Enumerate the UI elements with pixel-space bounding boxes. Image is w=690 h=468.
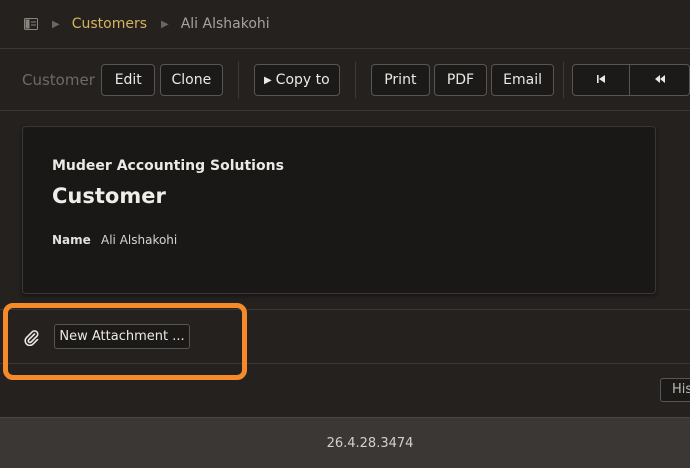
breadcrumb-separator-icon: ▶ — [52, 18, 60, 30]
history-button[interactable]: History — [660, 378, 690, 402]
breadcrumb-link-customers[interactable]: Customers — [72, 16, 147, 32]
previous-record-button[interactable] — [630, 64, 690, 96]
document-title: Customer — [52, 184, 166, 208]
name-value: Ali Alshakohi — [101, 233, 178, 247]
footer: 26.4.28.3474 — [0, 417, 690, 468]
toolbar-divider — [355, 62, 357, 98]
breadcrumb: ▶ Customers ▶ Ali Alshakohi — [0, 0, 690, 49]
rewind-icon — [654, 72, 666, 88]
first-record-button[interactable] — [571, 64, 631, 96]
toolbar-divider — [237, 62, 239, 98]
skip-to-first-icon — [596, 72, 606, 88]
toolbar-title: Customer — [22, 71, 95, 89]
sidebar-toggle-icon[interactable] — [24, 18, 38, 30]
print-button[interactable]: Print — [371, 64, 430, 96]
company-name: Mudeer Accounting Solutions — [52, 158, 284, 174]
version-number: 26.4.28.3474 — [326, 435, 414, 451]
highlight-annotation — [3, 303, 247, 380]
edit-button[interactable]: Edit — [101, 64, 156, 96]
toolbar-divider — [562, 62, 564, 98]
breadcrumb-separator-icon: ▶ — [161, 18, 169, 30]
pdf-button[interactable]: PDF — [433, 64, 488, 96]
document-card: Mudeer Accounting Solutions Customer Nam… — [22, 126, 656, 294]
copy-to-button[interactable]: ▶ Copy to — [253, 64, 341, 96]
toolbar: Customer Edit Clone ▶ Copy to Print PDF … — [0, 50, 690, 111]
name-label: Name — [52, 233, 91, 247]
clone-button[interactable]: Clone — [160, 64, 223, 96]
email-button[interactable]: Email — [491, 64, 554, 96]
breadcrumb-current: Ali Alshakohi — [180, 16, 270, 32]
play-icon: ▶ — [263, 74, 272, 86]
copy-to-label: Copy to — [275, 72, 330, 88]
